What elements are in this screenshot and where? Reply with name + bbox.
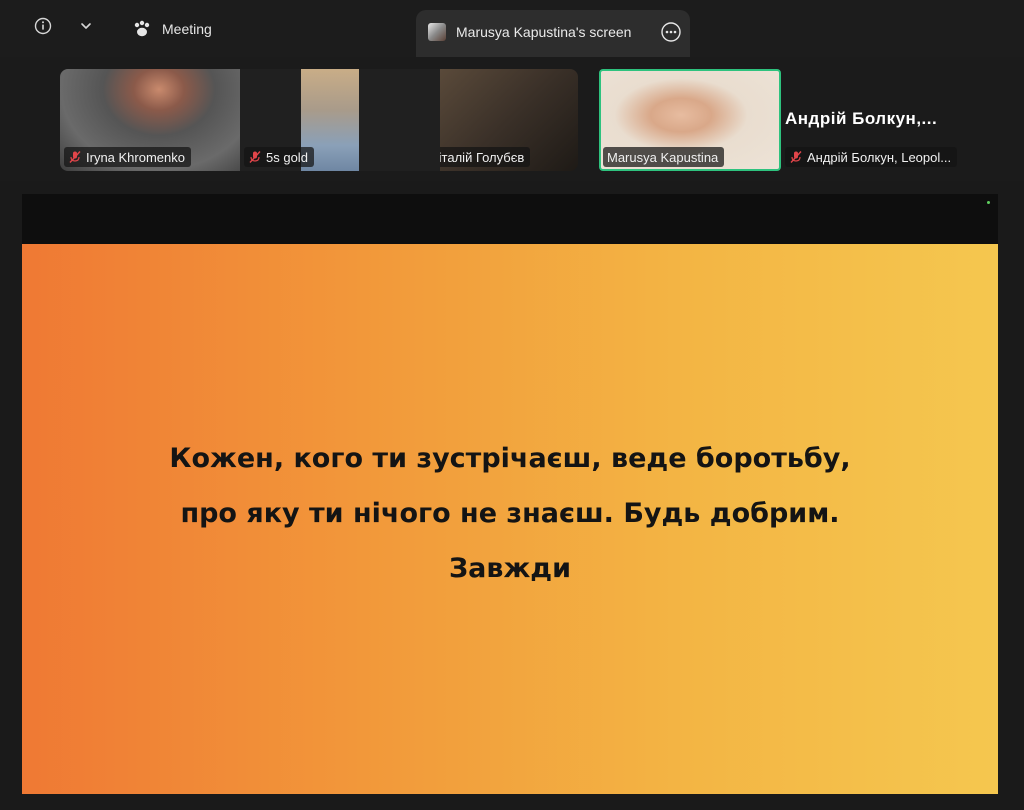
participant-strip: Iryna Khromenko 5s gold Віталій Голубєв …	[0, 57, 1024, 181]
participant-name: Marusya Kapustina	[607, 149, 719, 165]
tab-shared-screen[interactable]: Marusya Kapustina's screen	[416, 10, 690, 57]
participant-name-tag: Віталій Голубєв	[440, 147, 531, 167]
status-dot	[987, 201, 990, 204]
participant-tile-active-speaker[interactable]: Marusya Kapustina	[599, 69, 781, 171]
slide-quote-line: Завжди	[448, 552, 572, 584]
top-bar: Meeting Marusya Kapustina's screen	[0, 0, 1024, 57]
info-icon[interactable]	[33, 16, 53, 36]
participant-tile[interactable]: 5s gold	[240, 69, 440, 171]
tab-meeting-label: Meeting	[162, 21, 212, 37]
slide-quote-line: Кожен, кого ти зустрічаєш, веде боротьбу…	[169, 442, 851, 474]
mic-muted-icon	[790, 151, 802, 163]
bottom-band	[0, 794, 1024, 810]
tab-meeting[interactable]: Meeting	[132, 18, 212, 40]
participant-name-tag: 5s gold	[244, 147, 314, 167]
tab-shared-screen-label: Marusya Kapustina's screen	[456, 24, 632, 40]
participant-name-tag: Андрій Болкун, Leopol...	[785, 147, 958, 167]
participant-name: Iryna Khromenko	[86, 149, 185, 165]
slide-quote: Кожен, кого ти зустрічаєш, веде боротьбу…	[60, 431, 960, 596]
participant-name: Віталій Голубєв	[440, 149, 525, 165]
more-options-icon[interactable]	[660, 21, 682, 43]
shared-slide: Кожен, кого ти зустрічаєш, веде боротьбу…	[22, 244, 998, 794]
participant-name: 5s gold	[266, 149, 308, 165]
shared-screen-header	[22, 194, 998, 244]
paw-icon	[134, 20, 150, 37]
participant-tile[interactable]: Віталій Голубєв	[440, 69, 578, 171]
mic-muted-icon	[69, 151, 81, 163]
participant-name: Андрій Болкун, Leopol...	[807, 149, 952, 165]
participant-tile[interactable]: Iryna Khromenko	[60, 69, 240, 171]
slide-quote-line: про яку ти нічого не знаєш. Будь добрим.	[180, 497, 840, 529]
mic-muted-icon	[249, 151, 261, 163]
participant-display-name: Андрій Болкун,...	[785, 109, 938, 128]
presenter-avatar	[428, 23, 446, 41]
participant-name-tag: Marusya Kapustina	[603, 147, 725, 167]
participant-tile[interactable]: Андрій Болкун,... Андрій Болкун, Leopol.…	[783, 69, 963, 171]
chevron-down-icon[interactable]	[76, 16, 96, 36]
participant-name-tag: Iryna Khromenko	[64, 147, 191, 167]
